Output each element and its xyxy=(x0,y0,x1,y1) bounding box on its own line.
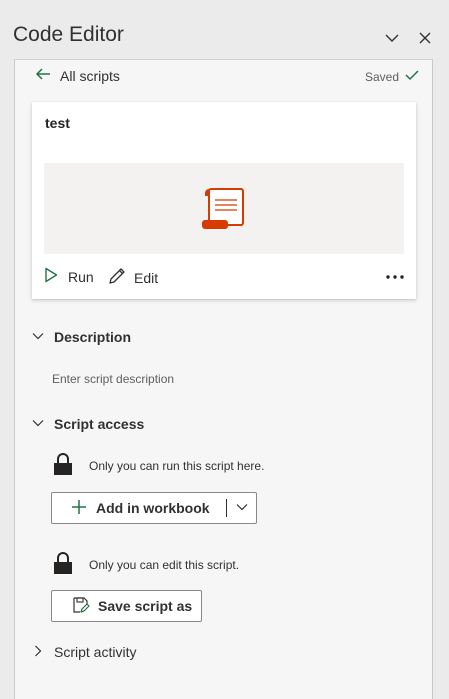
run-button[interactable]: Run xyxy=(44,267,94,286)
script-access-section-toggle[interactable]: Script access xyxy=(32,416,144,432)
script-activity-heading: Script activity xyxy=(54,644,137,660)
back-label: All scripts xyxy=(60,67,120,84)
pencil-icon xyxy=(108,267,126,288)
add-in-workbook-split-button: Add in workbook xyxy=(51,492,257,524)
save-script-as-button[interactable]: Save script as xyxy=(51,590,202,622)
chevron-down-icon[interactable] xyxy=(384,30,400,46)
run-permission-text: Only you can run this script here. xyxy=(89,458,265,473)
checkmark-icon xyxy=(405,69,419,84)
save-status-label: Saved xyxy=(364,69,399,84)
add-in-workbook-label: Add in workbook xyxy=(96,500,210,516)
script-activity-section-toggle[interactable]: Script activity xyxy=(32,644,136,660)
panel-title: Code Editor xyxy=(13,23,124,46)
chevron-right-icon xyxy=(32,644,44,660)
edit-permission-row: Only you can edit this script. xyxy=(53,551,239,578)
save-script-as-label: Save script as xyxy=(98,598,193,614)
back-to-all-scripts[interactable]: All scripts xyxy=(34,67,120,84)
description-section-toggle[interactable]: Description xyxy=(32,329,131,345)
save-status: Saved xyxy=(365,69,419,84)
chevron-down-icon xyxy=(32,416,44,432)
run-label: Run xyxy=(68,268,94,285)
edit-label: Edit xyxy=(134,269,159,286)
run-permission-row: Only you can run this script here. xyxy=(53,452,264,479)
script-access-heading: Script access xyxy=(54,416,145,432)
lock-icon xyxy=(53,452,73,479)
close-icon[interactable] xyxy=(417,30,433,46)
chevron-down-icon xyxy=(236,500,248,516)
lock-icon xyxy=(53,551,73,578)
description-heading: Description xyxy=(54,329,132,345)
save-as-icon xyxy=(72,596,90,617)
play-icon xyxy=(44,267,58,286)
script-scroll-icon xyxy=(201,186,247,237)
script-name: test xyxy=(45,115,70,131)
plus-icon xyxy=(72,499,86,517)
edit-button[interactable]: Edit xyxy=(108,267,158,288)
chevron-down-icon xyxy=(32,329,44,345)
add-options-dropdown[interactable] xyxy=(227,493,256,523)
description-input[interactable]: Enter script description xyxy=(52,372,174,386)
back-arrow-icon xyxy=(34,67,52,84)
more-options-icon[interactable] xyxy=(386,267,404,287)
add-in-workbook-button[interactable]: Add in workbook xyxy=(52,493,226,523)
edit-permission-text: Only you can edit this script. xyxy=(89,557,240,572)
